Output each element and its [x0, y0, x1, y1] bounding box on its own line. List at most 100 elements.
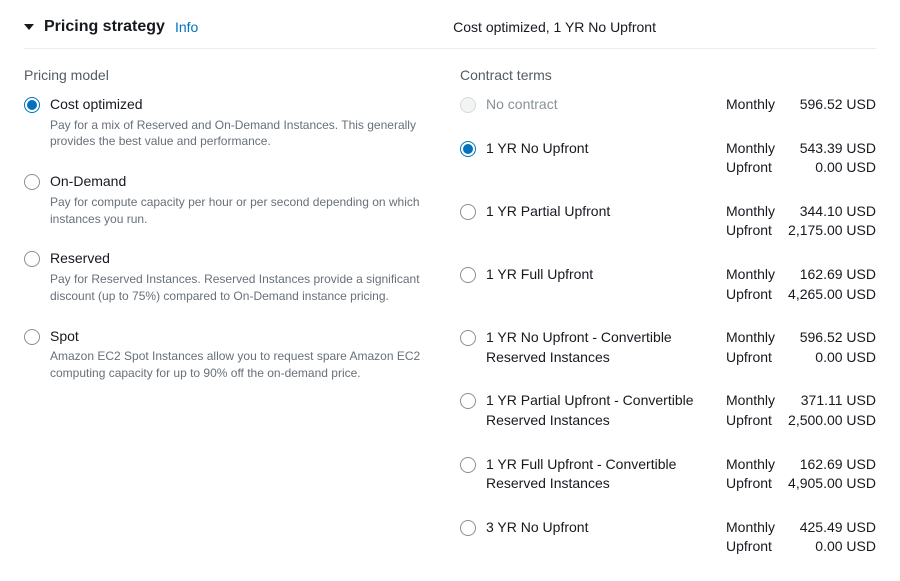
- contract-terms-column: Contract terms No contractMonthly596.52 …: [460, 67, 876, 581]
- pricing-model-option[interactable]: On-DemandPay for compute capacity per ho…: [24, 172, 444, 227]
- radio-icon[interactable]: [24, 174, 40, 190]
- upfront-price-value: 4,905.00 USD: [780, 474, 876, 494]
- pricing-model-option-label: On-Demand: [50, 172, 444, 192]
- contract-option-label: 1 YR Full Upfront: [486, 265, 716, 285]
- contract-option[interactable]: 1 YR Partial Upfront - Convertible Reser…: [460, 391, 876, 430]
- upfront-price-row: Upfront2,500.00 USD: [726, 411, 876, 431]
- contract-price-block: Monthly 425.49 USD Upfront 0.00 USD: [726, 518, 876, 557]
- monthly-price-label: Monthly: [726, 202, 775, 222]
- monthly-price-row: Monthly 596.52 USD: [726, 95, 876, 115]
- monthly-price-label: Monthly: [726, 455, 775, 475]
- monthly-price-row: Monthly 371.11 USD: [726, 391, 876, 411]
- pricing-model-option[interactable]: ReservedPay for Reserved Instances. Rese…: [24, 249, 444, 304]
- pricing-model-list: Cost optimizedPay for a mix of Reserved …: [24, 95, 444, 382]
- monthly-price-label: Monthly: [726, 265, 775, 285]
- pricing-model-option-body: Cost optimizedPay for a mix of Reserved …: [50, 95, 444, 150]
- contract-terms-list: No contractMonthly596.52 USD1 YR No Upfr…: [460, 95, 876, 557]
- pricing-model-option-body: SpotAmazon EC2 Spot Instances allow you …: [50, 327, 444, 382]
- pricing-model-option[interactable]: SpotAmazon EC2 Spot Instances allow you …: [24, 327, 444, 382]
- contract-price-block: Monthly 344.10 USD Upfront 2,175.00 USD: [726, 202, 876, 241]
- radio-icon[interactable]: [460, 520, 476, 536]
- monthly-price-row: Monthly 543.39 USD: [726, 139, 876, 159]
- monthly-price-label: Monthly: [726, 95, 775, 115]
- upfront-price-label: Upfront: [726, 537, 772, 557]
- monthly-price-value: 162.69 USD: [783, 265, 876, 285]
- monthly-price-value: 596.52 USD: [783, 328, 876, 348]
- radio-icon[interactable]: [460, 267, 476, 283]
- pricing-model-option-body: ReservedPay for Reserved Instances. Rese…: [50, 249, 444, 304]
- contract-option[interactable]: 1 YR Full UpfrontMonthly162.69 USDUpfron…: [460, 265, 876, 304]
- pricing-model-option[interactable]: Cost optimizedPay for a mix of Reserved …: [24, 95, 444, 150]
- contract-option[interactable]: 1 YR Partial UpfrontMonthly344.10 USDUpf…: [460, 202, 876, 241]
- contract-option-label: 3 YR No Upfront: [486, 518, 716, 538]
- upfront-price-value: 0.00 USD: [780, 537, 876, 557]
- radio-icon[interactable]: [460, 457, 476, 473]
- pricing-model-option-desc: Amazon EC2 Spot Instances allow you to r…: [50, 348, 444, 382]
- radio-icon[interactable]: [24, 251, 40, 267]
- contract-terms-title: Contract terms: [460, 67, 876, 83]
- monthly-price-row: Monthly 344.10 USD: [726, 202, 876, 222]
- pricing-model-option-label: Reserved: [50, 249, 444, 269]
- monthly-price-label: Monthly: [726, 518, 775, 538]
- upfront-price-label: Upfront: [726, 221, 772, 241]
- radio-icon[interactable]: [460, 141, 476, 157]
- pricing-model-option-label: Spot: [50, 327, 444, 347]
- pricing-model-title: Pricing model: [24, 67, 444, 83]
- upfront-price-label: Upfront: [726, 158, 772, 178]
- info-link[interactable]: Info: [175, 19, 198, 35]
- upfront-price-row: Upfront 2,175.00 USD: [726, 221, 876, 241]
- section-title: Pricing strategy: [44, 18, 165, 36]
- upfront-price-label: Upfront: [726, 474, 772, 494]
- collapse-caret-icon[interactable]: [24, 24, 34, 30]
- monthly-price-value: 162.69 USD: [783, 455, 876, 475]
- radio-icon[interactable]: [460, 204, 476, 220]
- upfront-price-row: Upfront4,265.00 USD: [726, 285, 876, 305]
- contract-option[interactable]: 1 YR No Upfront Monthly 543.39 USD Upfront 0…: [460, 139, 876, 178]
- contract-price-block: Monthly 543.39 USD Upfront 0.00 USD: [726, 139, 876, 178]
- contract-option-label: 1 YR Partial Upfront: [486, 202, 716, 222]
- upfront-price-row: Upfront 0.00 USD: [726, 348, 876, 368]
- section-header: Pricing strategy Info Cost optimized, 1 …: [24, 18, 876, 49]
- monthly-price-value: 425.49 USD: [783, 518, 876, 538]
- monthly-price-row: Monthly 425.49 USD: [726, 518, 876, 538]
- upfront-price-row: Upfront 0.00 USD: [726, 537, 876, 557]
- radio-icon[interactable]: [460, 393, 476, 409]
- header-summary: Cost optimized, 1 YR No Upfront: [453, 19, 656, 35]
- monthly-price-row: Monthly 596.52 USD: [726, 328, 876, 348]
- pricing-model-option-desc: Pay for Reserved Instances. Reserved Ins…: [50, 271, 444, 305]
- pricing-model-option-label: Cost optimized: [50, 95, 444, 115]
- upfront-price-value: 0.00 USD: [780, 348, 876, 368]
- monthly-price-label: Monthly: [726, 139, 775, 159]
- radio-icon[interactable]: [460, 330, 476, 346]
- pricing-model-option-body: On-DemandPay for compute capacity per ho…: [50, 172, 444, 227]
- upfront-price-value: 2,500.00 USD: [780, 411, 876, 431]
- contract-option[interactable]: 1 YR Full Upfront - Convertible Reserved…: [460, 455, 876, 494]
- contract-price-block: Monthly 162.69 USDUpfront4,265.00 USD: [726, 265, 876, 304]
- monthly-price-value: 596.52 USD: [783, 95, 876, 115]
- upfront-price-value: 0.00 USD: [780, 158, 876, 178]
- contract-option: No contractMonthly596.52 USD: [460, 95, 876, 115]
- contract-option-label: 1 YR No Upfront: [486, 139, 716, 159]
- upfront-price-value: 2,175.00 USD: [780, 221, 876, 241]
- header-left: Pricing strategy Info: [24, 18, 198, 36]
- upfront-price-row: Upfront 4,905.00 USD: [726, 474, 876, 494]
- contract-option-label: 1 YR Full Upfront - Convertible Reserved…: [486, 455, 716, 494]
- monthly-price-value: 371.11 USD: [783, 391, 876, 411]
- monthly-price-value: 543.39 USD: [783, 139, 876, 159]
- pricing-model-option-desc: Pay for a mix of Reserved and On-Demand …: [50, 117, 444, 151]
- monthly-price-label: Monthly: [726, 328, 775, 348]
- pricing-model-column: Pricing model Cost optimizedPay for a mi…: [24, 67, 444, 581]
- monthly-price-label: Monthly: [726, 391, 775, 411]
- contract-option[interactable]: 1 YR No Upfront - Convertible Reserved I…: [460, 328, 876, 367]
- radio-icon[interactable]: [24, 97, 40, 113]
- monthly-price-row: Monthly 162.69 USD: [726, 265, 876, 285]
- contract-price-block: Monthly 162.69 USD Upfront 4,905.00 USD: [726, 455, 876, 494]
- upfront-price-label: Upfront: [726, 285, 772, 305]
- contract-price-block: Monthly 596.52 USD: [726, 95, 876, 115]
- monthly-price-value: 344.10 USD: [783, 202, 876, 222]
- radio-icon[interactable]: [24, 329, 40, 345]
- upfront-price-label: Upfront: [726, 348, 772, 368]
- contract-option-label: 1 YR Partial Upfront - Convertible Reser…: [486, 391, 716, 430]
- contract-option[interactable]: 3 YR No Upfront Monthly 425.49 USD Upfront 0…: [460, 518, 876, 557]
- monthly-price-row: Monthly 162.69 USD: [726, 455, 876, 475]
